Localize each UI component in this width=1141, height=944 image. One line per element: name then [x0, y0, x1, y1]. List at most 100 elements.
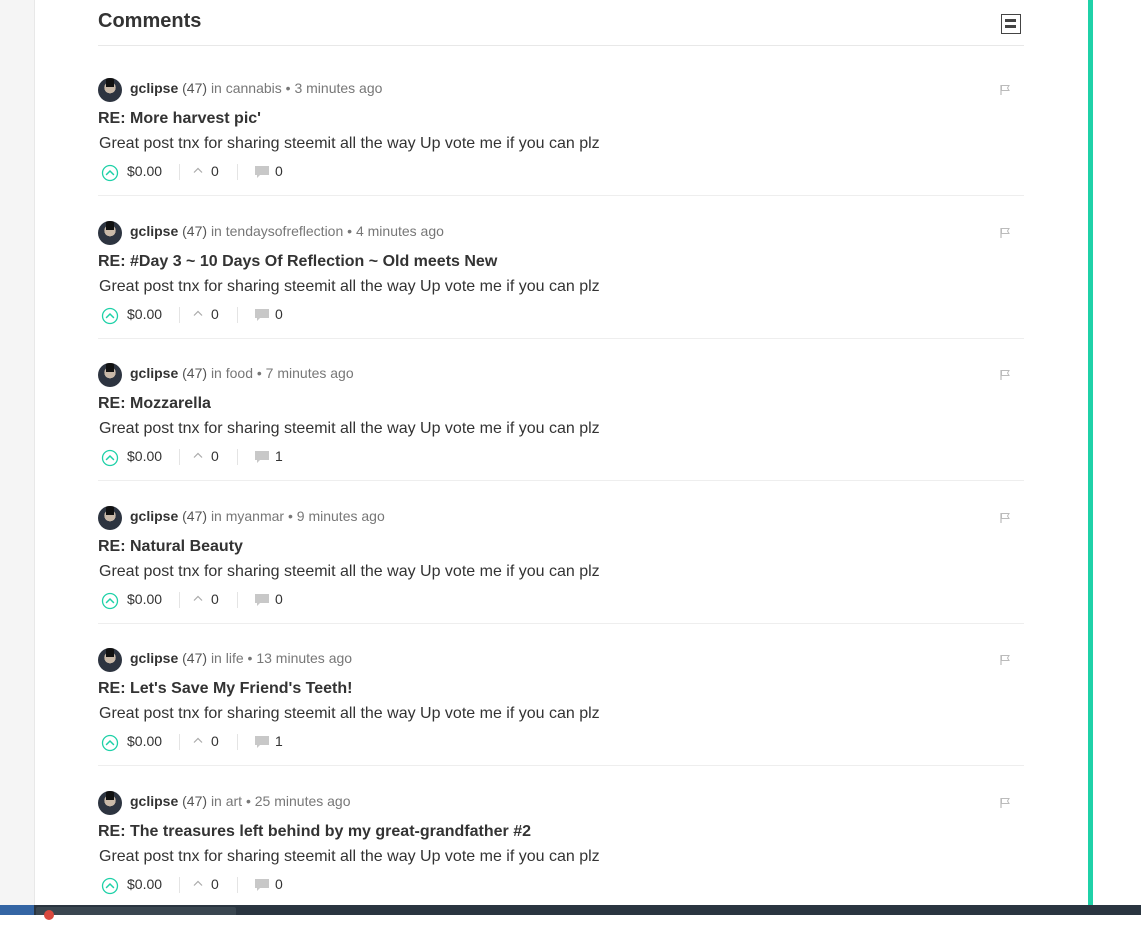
reply-count[interactable]: 0	[275, 876, 283, 892]
chat-bubble-icon[interactable]	[254, 593, 270, 607]
comment-title[interactable]: RE: The treasures left behind by my grea…	[98, 823, 531, 841]
comment-body: Great post tnx for sharing steemit all t…	[99, 705, 600, 722]
author-reputation: (47)	[182, 793, 208, 809]
comment-title[interactable]: RE: Natural Beauty	[98, 538, 243, 556]
upvote-circle-icon[interactable]	[101, 592, 119, 610]
vote-count[interactable]: 0	[211, 306, 219, 322]
avatar[interactable]	[98, 506, 122, 530]
browser-app-icon	[44, 910, 54, 920]
reply-count[interactable]: 1	[275, 733, 283, 749]
comment-divider	[98, 338, 1024, 339]
heading-divider	[98, 45, 1024, 46]
comment-item: gclipse (47) in art • 25 minutes ago RE:…	[98, 791, 1024, 944]
chat-bubble-icon[interactable]	[254, 450, 270, 464]
vote-count[interactable]: 0	[211, 591, 219, 607]
chat-bubble-icon[interactable]	[254, 735, 270, 749]
chat-bubble-icon[interactable]	[254, 308, 270, 322]
comment-meta: gclipse (47) in life • 13 minutes ago	[130, 650, 352, 666]
chevron-up-icon	[193, 737, 203, 743]
comment-title[interactable]: RE: #Day 3 ~ 10 Days Of Reflection ~ Old…	[98, 253, 497, 271]
category-link[interactable]: tendaysofreflection	[226, 223, 344, 239]
comment-body: Great post tnx for sharing steemit all t…	[99, 848, 600, 865]
in-label: in	[210, 80, 222, 96]
taskbar-start-button[interactable]	[0, 905, 34, 915]
author-link[interactable]: gclipse	[130, 365, 178, 381]
flag-icon[interactable]	[999, 797, 1011, 809]
author-link[interactable]: gclipse	[130, 80, 178, 96]
action-divider	[237, 164, 238, 180]
category-link[interactable]: life	[226, 650, 244, 666]
comment-item: gclipse (47) in cannabis • 3 minutes ago…	[98, 78, 1024, 231]
payout-value[interactable]: $0.00	[127, 448, 162, 464]
in-label: in	[210, 223, 222, 239]
action-divider	[179, 449, 180, 465]
author-link[interactable]: gclipse	[130, 508, 178, 524]
reply-count[interactable]: 0	[275, 591, 283, 607]
flag-icon[interactable]	[999, 512, 1011, 524]
meta-separator: •	[285, 80, 291, 96]
flag-icon[interactable]	[999, 227, 1011, 239]
comment-body: Great post tnx for sharing steemit all t…	[99, 420, 600, 437]
category-link[interactable]: cannabis	[226, 80, 282, 96]
comment-title[interactable]: RE: Let's Save My Friend's Teeth!	[98, 680, 352, 698]
vote-count[interactable]: 0	[211, 163, 219, 179]
in-label: in	[210, 650, 222, 666]
author-reputation: (47)	[182, 650, 208, 666]
upvote-circle-icon[interactable]	[101, 307, 119, 325]
action-divider	[179, 164, 180, 180]
author-link[interactable]: gclipse	[130, 793, 178, 809]
author-reputation: (47)	[182, 223, 208, 239]
collapse-icon[interactable]	[1001, 14, 1021, 34]
flag-icon[interactable]	[999, 84, 1011, 96]
timestamp[interactable]: 4 minutes ago	[356, 223, 444, 239]
chevron-up-icon	[193, 452, 203, 458]
flag-icon[interactable]	[999, 654, 1011, 666]
reply-count[interactable]: 0	[275, 306, 283, 322]
meta-separator: •	[347, 223, 353, 239]
category-link[interactable]: myanmar	[226, 508, 284, 524]
vote-count[interactable]: 0	[211, 448, 219, 464]
comment-body: Great post tnx for sharing steemit all t…	[99, 278, 600, 295]
upvote-circle-icon[interactable]	[101, 877, 119, 895]
author-link[interactable]: gclipse	[130, 223, 178, 239]
meta-separator: •	[245, 793, 251, 809]
avatar[interactable]	[98, 221, 122, 245]
avatar[interactable]	[98, 363, 122, 387]
right-gutter	[1093, 0, 1141, 905]
category-link[interactable]: art	[226, 793, 242, 809]
avatar[interactable]	[98, 791, 122, 815]
avatar[interactable]	[98, 648, 122, 672]
meta-separator: •	[256, 365, 262, 381]
category-link[interactable]: food	[226, 365, 253, 381]
reply-count[interactable]: 0	[275, 163, 283, 179]
avatar[interactable]	[98, 78, 122, 102]
vote-count[interactable]: 0	[211, 876, 219, 892]
chat-bubble-icon[interactable]	[254, 878, 270, 892]
comment-item: gclipse (47) in tendaysofreflection • 4 …	[98, 221, 1024, 374]
upvote-circle-icon[interactable]	[101, 164, 119, 182]
vote-count[interactable]: 0	[211, 733, 219, 749]
comment-body: Great post tnx for sharing steemit all t…	[99, 563, 600, 580]
author-link[interactable]: gclipse	[130, 650, 178, 666]
timestamp[interactable]: 9 minutes ago	[297, 508, 385, 524]
comment-meta: gclipse (47) in art • 25 minutes ago	[130, 793, 351, 809]
chat-bubble-icon[interactable]	[254, 165, 270, 179]
comment-title[interactable]: RE: Mozzarella	[98, 395, 211, 413]
payout-value[interactable]: $0.00	[127, 733, 162, 749]
taskbar-window-tab[interactable]	[36, 907, 236, 915]
payout-value[interactable]: $0.00	[127, 591, 162, 607]
timestamp[interactable]: 3 minutes ago	[294, 80, 382, 96]
flag-icon[interactable]	[999, 369, 1011, 381]
upvote-circle-icon[interactable]	[101, 449, 119, 467]
timestamp[interactable]: 7 minutes ago	[266, 365, 354, 381]
timestamp[interactable]: 25 minutes ago	[255, 793, 351, 809]
author-reputation: (47)	[182, 80, 208, 96]
comment-title[interactable]: RE: More harvest pic'	[98, 110, 261, 128]
payout-value[interactable]: $0.00	[127, 876, 162, 892]
action-divider	[179, 592, 180, 608]
timestamp[interactable]: 13 minutes ago	[256, 650, 352, 666]
reply-count[interactable]: 1	[275, 448, 283, 464]
upvote-circle-icon[interactable]	[101, 734, 119, 752]
payout-value[interactable]: $0.00	[127, 163, 162, 179]
payout-value[interactable]: $0.00	[127, 306, 162, 322]
